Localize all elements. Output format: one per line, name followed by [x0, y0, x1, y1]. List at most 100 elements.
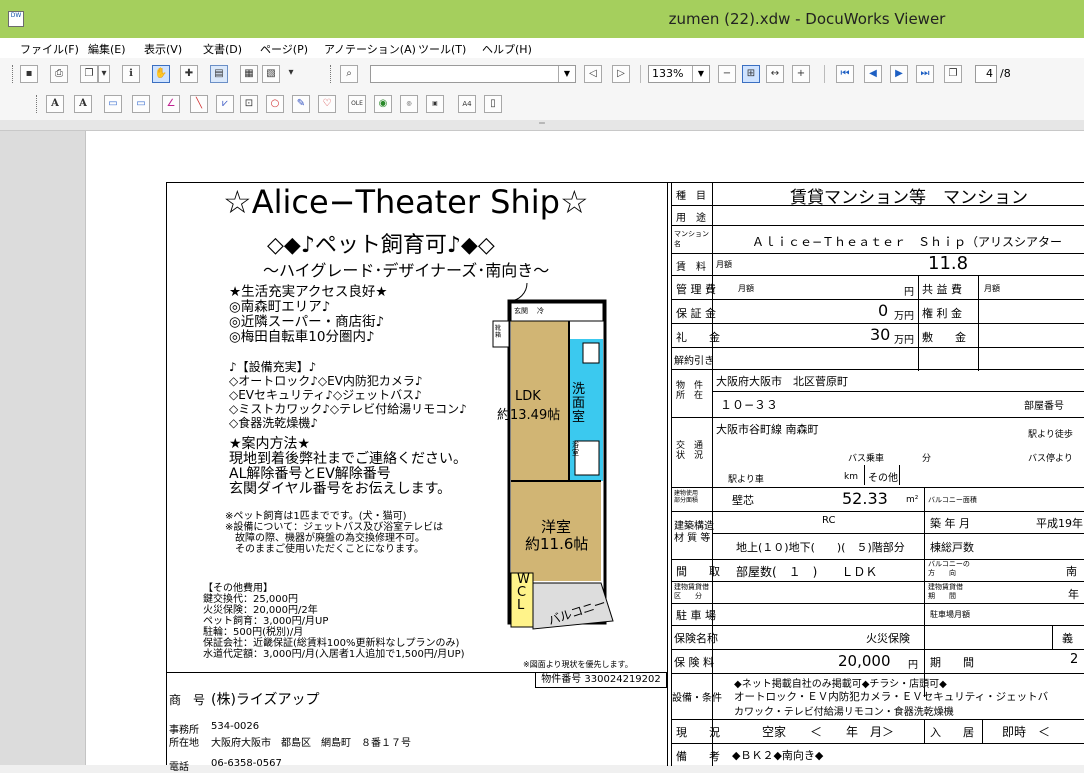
marker-icon[interactable]: ∠ — [162, 95, 180, 113]
separator — [824, 65, 825, 83]
date-stamp-icon[interactable]: ◎ — [400, 95, 418, 113]
page-total: /8 — [1000, 67, 1011, 80]
guide-line: 玄関ダイヤル番号をお伝えします。 — [229, 481, 452, 497]
rent-value: 11.8 — [928, 253, 969, 274]
feature-line: ◎南森町エリア♪ — [229, 299, 331, 315]
search-input[interactable]: ▼ — [370, 65, 576, 83]
divider — [167, 672, 667, 673]
prev-page-icon[interactable]: ◀ — [864, 65, 882, 83]
mgmt-label: 管 理 費 — [676, 283, 716, 296]
status-label: 現 況 — [676, 726, 720, 739]
ellipse-icon[interactable]: ○ — [266, 95, 284, 113]
guide-line: ★案内方法★ — [229, 436, 311, 452]
page-view-icon[interactable]: ▤ — [210, 65, 228, 83]
copy-dropdown-icon[interactable]: ▾ — [98, 65, 110, 83]
menu-annotation[interactable]: アノテーション(A) — [324, 41, 416, 57]
gift-money-unit: 万円 — [894, 335, 914, 346]
other-label: その他 — [868, 473, 898, 484]
more-dropdown-icon[interactable]: ▾ — [285, 65, 297, 83]
spec-row: 備 考 ◆ＢＫ２◆南向き◆ — [672, 743, 1084, 766]
note-line: ※設備について：ジェットバス及び浴室テレビは — [225, 522, 444, 533]
next-page-icon[interactable]: ▶ — [890, 65, 908, 83]
menu-edit[interactable]: 編集(E) — [88, 41, 126, 57]
print-icon[interactable]: ⎙ — [50, 65, 68, 83]
ole-icon[interactable]: OLE — [348, 95, 366, 113]
feature-line: ◎梅田自転車10分圏内♪ — [229, 329, 375, 345]
date-icon[interactable]: ▣ — [426, 95, 444, 113]
company-name: (株)ライズアップ — [211, 692, 320, 708]
find-prev-icon[interactable]: ◁ — [584, 65, 602, 83]
rect-icon[interactable]: ▭ — [132, 95, 150, 113]
menu-tools[interactable]: ツール(T) — [418, 41, 466, 57]
insurance-label: 保険名称 — [674, 632, 718, 645]
polyline-icon[interactable]: ⩗ — [216, 95, 234, 113]
menu-page[interactable]: ページ(P) — [260, 41, 308, 57]
search-dropdown-icon[interactable]: ▼ — [558, 66, 575, 82]
page-list-icon[interactable]: ❐ — [944, 65, 962, 83]
property-subtitle: ◇◆♪ペット飼育可♪◆◇ — [267, 233, 495, 258]
zoom-dropdown-icon[interactable]: ▼ — [692, 66, 709, 82]
page-frame-icon[interactable]: ▯ — [484, 95, 502, 113]
fit-page-icon[interactable]: ⊞ — [742, 65, 760, 83]
menu-view[interactable]: 表示(V) — [144, 41, 182, 57]
bus-stop-label: バス停より — [1028, 454, 1073, 464]
freeform-icon[interactable]: ✎ — [292, 95, 310, 113]
zoom-select[interactable]: 133% ▼ — [648, 65, 710, 83]
menu-document[interactable]: 文書(D) — [203, 41, 242, 57]
menu-file[interactable]: ファイル(F) — [20, 41, 79, 57]
km-label: km — [844, 472, 858, 482]
location-line1: 大阪府大阪市 北区菅原町 — [716, 375, 848, 388]
property-title: ☆Alice−Theater Ship☆ — [223, 183, 589, 221]
title-bar: DW zumen (22).xdw - DocuWorks Viewer — [0, 0, 1084, 38]
last-page-icon[interactable]: ⏭ — [916, 65, 934, 83]
property-icon[interactable]: ℹ — [122, 65, 140, 83]
premium-value: 20,000 — [838, 652, 891, 670]
paper-size-icon[interactable]: A4 — [458, 95, 476, 113]
page-number-input[interactable]: 4 — [975, 65, 997, 83]
select-tool-icon[interactable]: ✚ — [180, 65, 198, 83]
find-icon[interactable]: ⌕ — [340, 65, 358, 83]
toolbar-grip-3[interactable] — [36, 95, 40, 113]
text-annotation-icon[interactable]: A — [46, 95, 64, 113]
priority-note: ※図面より現状を優先します。 — [523, 660, 633, 669]
spec-row: 建物使用 部分面積 壁芯 52.33 m² バルコニー面積 — [672, 487, 1084, 697]
spec-row: 管 理 費 月額 円 共 益 費 月額 — [672, 275, 1084, 371]
move-in-value: 即時 ＜ — [1002, 725, 1051, 739]
thumbnail-icon[interactable]: ▦ — [240, 65, 258, 83]
toolbar-grip[interactable] — [12, 65, 16, 83]
rect-frame-icon[interactable]: ⊡ — [240, 95, 258, 113]
balcony-area-label: バルコニー面積 — [928, 496, 977, 504]
zoom-in-icon[interactable]: + — [792, 65, 810, 83]
layout-icon[interactable]: ▧ — [262, 65, 280, 83]
key-money-label: 権 利 金 — [922, 307, 962, 320]
wcl-label: WCL — [517, 572, 530, 613]
cloud-icon[interactable]: ♡ — [318, 95, 336, 113]
column-line — [1052, 625, 1053, 649]
mgmt-yen: 円 — [904, 287, 914, 298]
first-page-icon[interactable]: ⏮ — [836, 65, 854, 83]
structure-value: RC — [822, 515, 836, 526]
note-line: ※ペット飼育は1匹までです。(犬・猫可) — [225, 511, 407, 522]
equipment-line: ♪【設備充実】♪ — [229, 360, 317, 374]
cost-line: 火災保険：20,000円/2年 — [203, 605, 318, 616]
parking-label: 駐 車 場 — [676, 609, 716, 622]
copy-icon[interactable]: ❐ — [80, 65, 98, 83]
straight-line-icon[interactable]: ╲ — [190, 95, 208, 113]
menu-help[interactable]: ヘルプ(H) — [482, 41, 532, 57]
save-icon[interactable]: ▪ — [20, 65, 38, 83]
spec-row: 保 証 金 0 万円 権 利 金 — [672, 299, 1084, 324]
area-type: 壁芯 — [732, 494, 754, 507]
line-icon[interactable]: ▭ — [104, 95, 122, 113]
find-next-icon[interactable]: ▷ — [612, 65, 630, 83]
zoom-out-icon[interactable]: − — [718, 65, 736, 83]
fit-width-icon[interactable]: ↔ — [766, 65, 784, 83]
rent-unit: 月額 — [716, 260, 732, 269]
spec-row: 駐 車 場 駐車場月額 — [672, 603, 1084, 626]
splitter[interactable]: ＝ — [0, 120, 1084, 131]
toolbar-grip-2[interactable] — [330, 65, 334, 83]
washroom-label: 洗面室 — [572, 382, 586, 425]
link-icon[interactable]: ◉ — [374, 95, 392, 113]
floor-plan — [492, 283, 614, 630]
text-box-icon[interactable]: A — [74, 95, 92, 113]
hand-tool-icon[interactable]: ✋ — [152, 65, 170, 83]
